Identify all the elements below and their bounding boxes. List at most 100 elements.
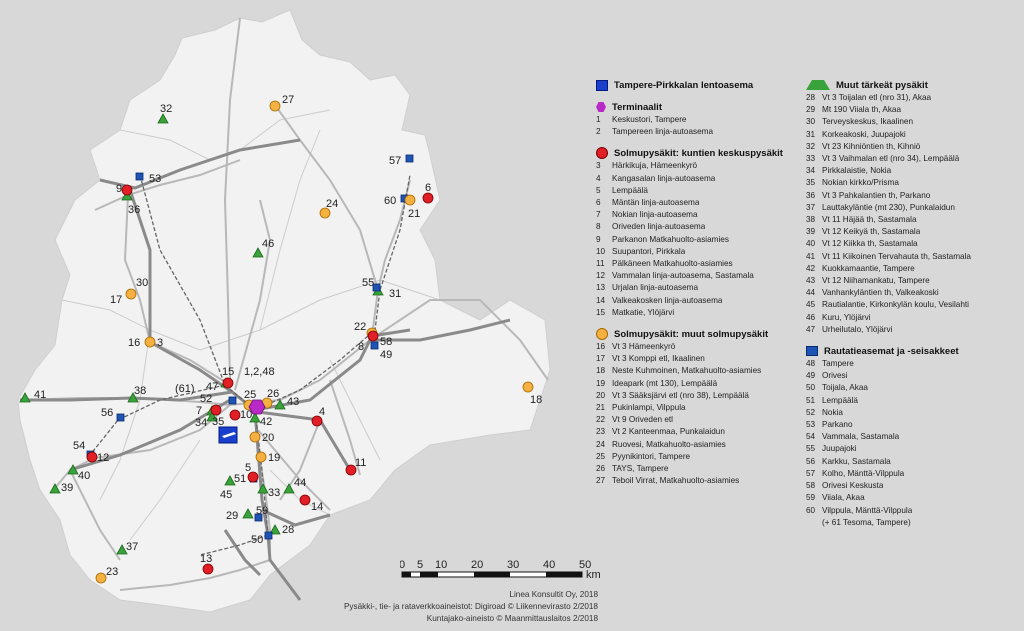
scale-tick-label: 20: [471, 559, 483, 571]
legend-item: 34 Pirkkalaistie, Nokia: [806, 165, 1016, 177]
legend-item: 18 Neste Kuhmoinen, Matkahuolto-asiamies: [596, 365, 801, 377]
legend-item-number: 42: [806, 263, 816, 273]
legend-item: 11 Pälkäneen Matkahuolto-asiamies: [596, 258, 801, 270]
legend-column-right: Muut tärkeät pysäkit 28 Vt 3 Toijalan etl…: [806, 78, 1016, 537]
label-44: 44: [294, 477, 306, 489]
legend-item-number: 60: [806, 505, 816, 515]
hub-9: [121, 184, 133, 196]
label-6: 6: [425, 182, 431, 194]
legend-item-number: 17: [596, 354, 606, 364]
legend-item: 50 Toijala, Akaa: [806, 382, 1016, 394]
legend-item-text: Vt 3 Komppi etl, Ikaalinen: [612, 354, 705, 364]
legend-item-number: 49: [806, 371, 816, 381]
label-40: 40: [78, 470, 90, 482]
legend-item-number: 58: [806, 481, 816, 491]
legend-item: 39 Vt 12 Keikyä th, Sastamala: [806, 226, 1016, 238]
scale-tick-label: 30: [507, 559, 519, 571]
legend-item-text: Pälkäneen Matkahuolto-asiamies: [612, 259, 733, 269]
legend-hubs: Solmupysäkit: kuntien keskuspysäkit 3 Här…: [596, 146, 801, 319]
legend-item-number: 5: [596, 185, 601, 195]
station-52: [228, 396, 237, 405]
legend-item-text: Urjalan linja-autoasema: [612, 283, 699, 293]
label-49: 49: [380, 349, 392, 361]
label-12: 12: [97, 452, 109, 464]
legend-item-number: 38: [806, 215, 816, 225]
legend-item-number: 33: [806, 154, 816, 164]
legend-item-text: Vt 12 Niihamankatu, Tampere: [822, 276, 930, 286]
legend-item-number: 13: [596, 283, 606, 293]
legend-item-number: 23: [596, 427, 606, 437]
legend-item-text: Orivesi Keskusta: [822, 481, 884, 491]
legend-item-number: 40: [806, 239, 816, 249]
legend-item-text: Vt 11 Kiikoinen Tervahauta th, Sastamala: [822, 251, 971, 261]
label-46: 46: [262, 238, 274, 250]
label-17: 17: [110, 294, 122, 306]
legend-item: 60 Vilppula, Mänttä-Vilppula: [806, 505, 1016, 517]
rail-legend-icon: [806, 346, 818, 357]
legend-item-text: Lauttakyläntie (mt 230), Punkalaidun: [822, 202, 955, 212]
legend-airport: Tampere-Pirkkalan lentoasema: [596, 78, 801, 92]
legend-item: 45 Rautialantie, Kirkonkylän koulu, Vesil…: [806, 299, 1016, 311]
rail-title: Rautatieasemat ja -seisakkeet: [824, 345, 959, 357]
legend-item-number: 20: [596, 390, 606, 400]
scale-bar-graphic: [401, 571, 583, 578]
rail-list: 48 Tampere 49 Orivesi 50 Toijala, Akaa 51 Lempä…: [806, 358, 1016, 517]
legend-item-text: Kangasalan linja-autoasema: [612, 173, 716, 183]
label-34: 34: [195, 417, 207, 429]
legend-item-number: 16: [596, 342, 606, 352]
legend-item-text: Vt 3 Vaihmalan etl (nro 34), Lempäälä: [822, 154, 960, 164]
airport-icon: [218, 426, 238, 444]
legend-item: 17 Vt 3 Komppi etl, Ikaalinen: [596, 353, 801, 365]
legend-item-number: 37: [806, 202, 816, 212]
label-32: 32: [160, 103, 172, 115]
label-18: 18: [530, 394, 542, 406]
hub-7: [210, 404, 222, 416]
legend-item-number: 51: [806, 395, 816, 405]
hub-27: [269, 100, 281, 112]
legend-item-text: Vt 12 Keikyä th, Sastamala: [822, 227, 921, 237]
legend-item-number: 6: [596, 198, 601, 208]
legend-item-number: 43: [806, 276, 816, 286]
legend-item: 16 Vt 3 Hämeenkyrö: [596, 341, 801, 353]
label-8: 8: [358, 341, 364, 353]
legend-item-text: Pirkkalaistie, Nokia: [822, 166, 892, 176]
legend-terminals: Terminaalit 1 Keskustori, Tampere 2 Tampere…: [596, 100, 801, 138]
legend-item-text: Vt 23 Kihniöntien th, Kihniö: [822, 141, 921, 151]
legend-item-text: Valkeakosken linja-autoasema: [612, 295, 723, 305]
important-list: 28 Vt 3 Toijalan etl (nro 31), Akaa 29 Mt 1…: [806, 92, 1016, 336]
terminals-list: 1 Keskustori, Tampere 2 Tampereen linja-aut…: [596, 114, 801, 138]
legend-item: 55 Juupajoki: [806, 443, 1016, 455]
hub-20: [249, 431, 261, 443]
scale-tick-label: 10: [435, 559, 447, 571]
legend-item: 33 Vt 3 Vaihmalan etl (nro 34), Lempäälä: [806, 153, 1016, 165]
legend-item: 32 Vt 23 Kihniöntien th, Kihniö: [806, 141, 1016, 153]
legend-item: 23 Vt 2 Kanteenmaa, Punkalaidun: [596, 426, 801, 438]
legend-item-text: Toijala, Akaa: [822, 383, 868, 393]
legend-item: 14 Valkeakosken linja-autoasema: [596, 295, 801, 307]
legend-item-text: Pukinlampi, Vilppula: [612, 403, 686, 413]
label-36: 36: [128, 204, 140, 216]
legend-item-number: 10: [596, 246, 606, 256]
legend-item-text: Kuokkamaantie, Tampere: [822, 263, 915, 273]
legend-item-text: Parkano: [822, 420, 853, 430]
legend-item: 2 Tampereen linja-autoasema: [596, 126, 801, 138]
other-hubs-list: 16 Vt 3 Hämeenkyrö 17 Vt 3 Komppi etl, Ikaa…: [596, 341, 801, 487]
station-49: [370, 341, 379, 350]
legend-item: 30 Terveyskeskus, Ikaalinen: [806, 116, 1016, 128]
legend-item: 21 Pukinlampi, Vilppula: [596, 402, 801, 414]
legend-item: 40 Vt 12 Kiikka th, Sastamala: [806, 238, 1016, 250]
legend-item: 49 Orivesi: [806, 370, 1016, 382]
legend-item-text: Vt 9 Oriveden etl: [612, 415, 673, 425]
hub-10: [229, 409, 241, 421]
label-56: 56: [101, 407, 113, 419]
credits: Linea Konsultit Oy, 2018 Pysäkki-, tie- …: [344, 589, 598, 625]
legend-item-text: Teboil Virrat, Matkahuolto-asiamies: [612, 476, 740, 486]
label-41: 41: [34, 389, 46, 401]
rail-extra-note: (+ 61 Tesoma, Tampere): [822, 517, 911, 527]
legend-item-text: Karkku, Sastamala: [822, 456, 891, 466]
legend-item-text: Vammalan linja-autoasema, Sastamala: [612, 271, 754, 281]
legend-item-number: 50: [806, 383, 816, 393]
legend-item-text: Ruovesi, Matkahuolto-asiamies: [612, 439, 726, 449]
label-57: 57: [389, 155, 401, 167]
legend-item-number: 55: [806, 444, 816, 454]
